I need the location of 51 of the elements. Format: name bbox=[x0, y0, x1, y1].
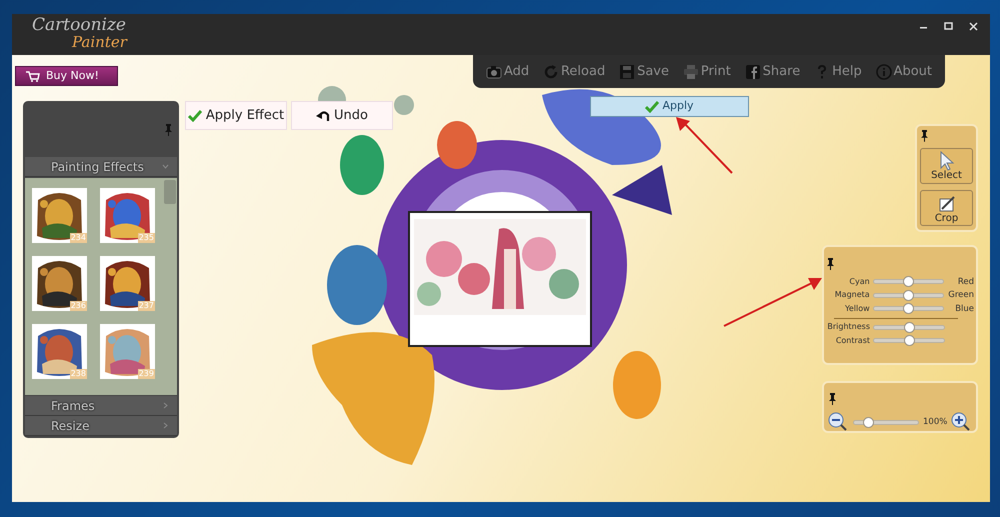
slider-thumb[interactable] bbox=[904, 335, 914, 346]
logo-text: Painter bbox=[72, 34, 127, 51]
pin-icon[interactable] bbox=[920, 130, 929, 142]
facebook-icon bbox=[744, 64, 761, 80]
slider-label: Blue bbox=[954, 302, 974, 315]
slider-label: Green bbox=[947, 289, 974, 302]
pin-icon[interactable] bbox=[826, 258, 835, 270]
zoom-in-icon[interactable] bbox=[951, 412, 972, 432]
panel-header[interactable]: Resize bbox=[25, 416, 177, 436]
maximize-icon[interactable] bbox=[942, 20, 955, 33]
effect-button[interactable]: Apply Effect bbox=[185, 101, 287, 130]
zoom-reading: 100% bbox=[923, 416, 948, 428]
panel-header[interactable]: Frames bbox=[25, 396, 177, 416]
slider-label: Brightness bbox=[826, 321, 871, 334]
thumbnail-number: 238 bbox=[70, 369, 87, 379]
check-icon bbox=[188, 110, 202, 122]
thumbnail-number: 237 bbox=[138, 301, 155, 311]
camera-icon bbox=[486, 64, 502, 80]
toolbar-button[interactable]: Share bbox=[744, 62, 800, 82]
slider-thumb[interactable] bbox=[904, 322, 914, 333]
logo-text: Cartoonize bbox=[32, 17, 127, 35]
toolbar-button[interactable]: Print bbox=[682, 62, 731, 82]
save-icon bbox=[619, 64, 636, 80]
slider-label: Cyan bbox=[848, 276, 871, 288]
panel-header[interactable]: Painting Effects bbox=[25, 157, 177, 177]
toolbar-button[interactable]: About bbox=[876, 62, 932, 82]
tool-button[interactable]: Crop bbox=[920, 190, 973, 226]
reload-icon bbox=[542, 64, 559, 80]
toolbar-button[interactable]: Help bbox=[814, 62, 862, 82]
zoom-out-icon[interactable] bbox=[828, 412, 848, 432]
slider-label: Red bbox=[956, 276, 974, 288]
printer-icon bbox=[682, 64, 699, 80]
scrollbar-thumb[interactable] bbox=[164, 180, 176, 204]
slider-thumb[interactable] bbox=[902, 276, 914, 288]
thumbnail-number: 235 bbox=[138, 233, 155, 243]
slider-thumb[interactable] bbox=[862, 416, 874, 428]
thumbnail-number: 236 bbox=[70, 301, 87, 311]
thumbnail-number: 239 bbox=[138, 369, 155, 379]
slider-thumb[interactable] bbox=[902, 290, 914, 301]
thumbnail-number: 234 bbox=[70, 233, 87, 243]
slider-label: Yellow bbox=[844, 302, 871, 315]
close-icon[interactable] bbox=[967, 20, 980, 33]
buy-now-button[interactable]: Buy Now! bbox=[15, 66, 118, 86]
pin-icon[interactable] bbox=[828, 392, 837, 405]
slider-label: Contrast bbox=[834, 334, 871, 347]
slider-label: Magneta bbox=[834, 289, 871, 302]
crop-icon bbox=[936, 194, 956, 214]
info-icon bbox=[876, 64, 892, 80]
cart-icon bbox=[26, 70, 40, 82]
tool-button[interactable]: Select bbox=[920, 148, 973, 184]
slider-thumb[interactable] bbox=[902, 303, 914, 314]
